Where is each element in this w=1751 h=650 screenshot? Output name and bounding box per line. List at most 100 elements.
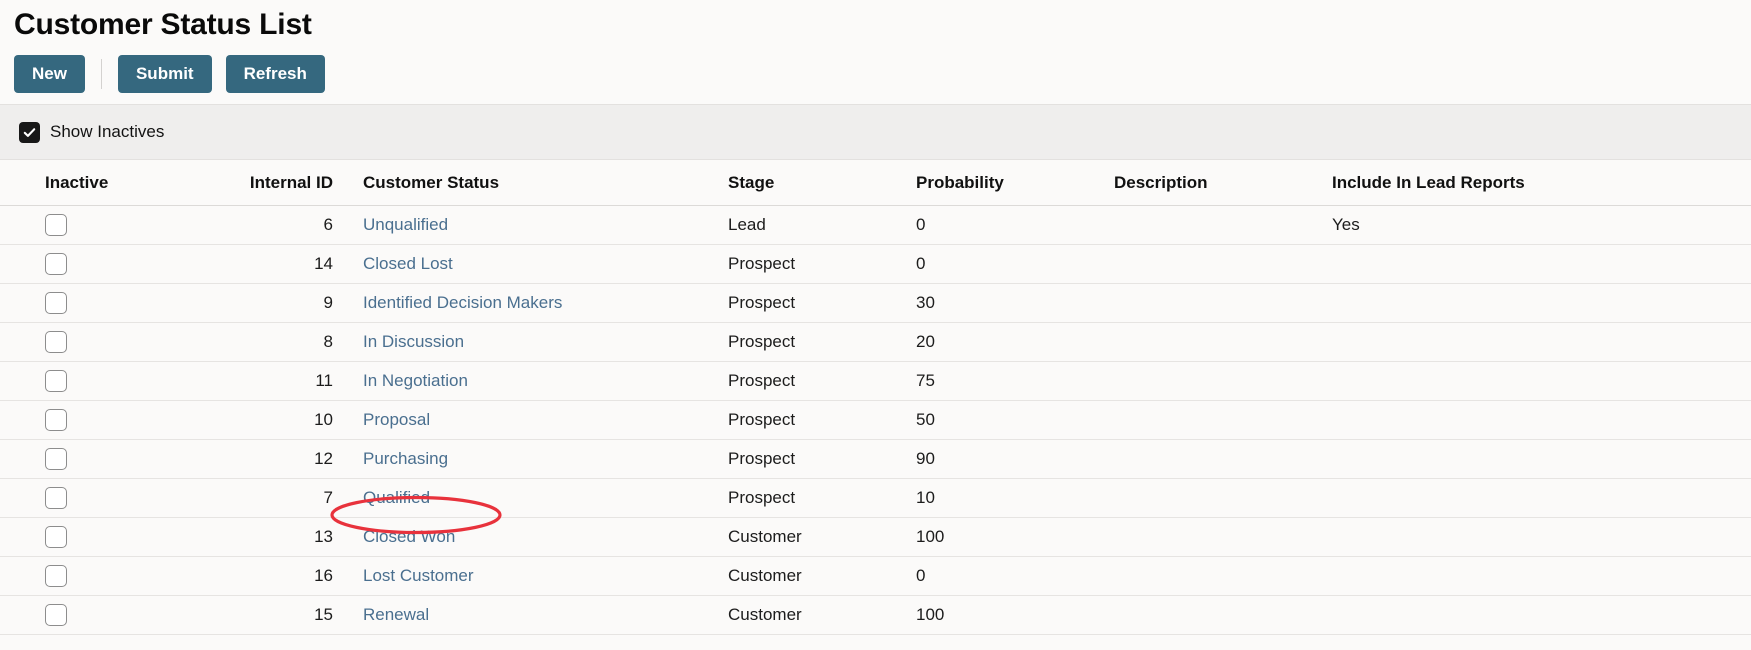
cell-probability: 100: [906, 595, 1104, 635]
customer-status-link[interactable]: Renewal: [363, 605, 429, 624]
column-header-customer-status[interactable]: Customer Status: [333, 160, 718, 206]
customer-status-link[interactable]: Qualified: [363, 488, 430, 507]
inactive-checkbox[interactable]: [45, 409, 67, 431]
column-header-inactive[interactable]: Inactive: [0, 160, 213, 206]
table-row[interactable]: 6 Unqualified Lead 0 Yes: [0, 205, 1751, 245]
inactive-checkbox[interactable]: [45, 292, 67, 314]
cell-description: [1104, 244, 1322, 284]
table-row[interactable]: 12 Purchasing Prospect 90: [0, 439, 1751, 479]
cell-customer-status: Purchasing: [333, 439, 718, 479]
cell-include-in-lead-reports: [1322, 439, 1751, 479]
table-row[interactable]: 11 In Negotiation Prospect 75: [0, 361, 1751, 401]
cell-customer-status: Closed Won: [333, 517, 718, 557]
customer-status-link[interactable]: In Discussion: [363, 332, 464, 351]
cell-description: [1104, 400, 1322, 440]
column-header-include-in-lead-reports[interactable]: Include In Lead Reports: [1322, 160, 1751, 206]
inactive-checkbox[interactable]: [45, 253, 67, 275]
customer-status-link[interactable]: Closed Lost: [363, 254, 453, 273]
inactive-checkbox[interactable]: [45, 526, 67, 548]
inactive-checkbox[interactable]: [45, 565, 67, 587]
cell-inactive: [0, 595, 213, 635]
cell-include-in-lead-reports: Yes: [1322, 205, 1751, 245]
cell-include-in-lead-reports: [1322, 361, 1751, 401]
cell-stage: Prospect: [718, 400, 906, 440]
table-row[interactable]: 16 Lost Customer Customer 0: [0, 556, 1751, 596]
cell-stage: Customer: [718, 517, 906, 557]
table-header: Inactive Internal ID Customer Status Sta…: [0, 160, 1751, 206]
filter-bar: Show Inactives: [0, 104, 1751, 160]
column-header-stage[interactable]: Stage: [718, 160, 906, 206]
customer-status-link[interactable]: Lost Customer: [363, 566, 474, 585]
cell-description: [1104, 283, 1322, 323]
cell-probability: 0: [906, 244, 1104, 284]
customer-status-link[interactable]: Purchasing: [363, 449, 448, 468]
cell-inactive: [0, 361, 213, 401]
customer-status-link[interactable]: Identified Decision Makers: [363, 293, 562, 312]
customer-status-list-page: Customer Status List New Submit Refresh …: [0, 0, 1751, 650]
cell-probability: 0: [906, 556, 1104, 596]
cell-description: [1104, 595, 1322, 635]
refresh-button[interactable]: Refresh: [225, 55, 325, 93]
inactive-checkbox[interactable]: [45, 604, 67, 626]
cell-inactive: [0, 322, 213, 362]
cell-internal-id: 9: [213, 283, 333, 323]
table-row[interactable]: 7 Qualified Prospect 10: [0, 478, 1751, 518]
show-inactives-label: Show Inactives: [50, 122, 165, 141]
cell-include-in-lead-reports: [1322, 244, 1751, 284]
cell-inactive: [0, 205, 213, 245]
column-header-description[interactable]: Description: [1104, 160, 1322, 206]
table-row[interactable]: 10 Proposal Prospect 50: [0, 400, 1751, 440]
cell-inactive: [0, 556, 213, 596]
cell-stage: Prospect: [718, 478, 906, 518]
submit-button[interactable]: Submit: [117, 55, 212, 93]
customer-status-link[interactable]: Proposal: [363, 410, 430, 429]
customer-status-link[interactable]: In Negotiation: [363, 371, 468, 390]
cell-description: [1104, 478, 1322, 518]
cell-include-in-lead-reports: [1322, 400, 1751, 440]
inactive-checkbox[interactable]: [45, 448, 67, 470]
inactive-checkbox[interactable]: [45, 487, 67, 509]
inactive-checkbox[interactable]: [45, 331, 67, 353]
cell-description: [1104, 361, 1322, 401]
cell-inactive: [0, 283, 213, 323]
cell-customer-status: Closed Lost: [333, 244, 718, 284]
cell-description: [1104, 517, 1322, 557]
inactive-checkbox[interactable]: [45, 214, 67, 236]
cell-internal-id: 16: [213, 556, 333, 596]
cell-description: [1104, 556, 1322, 596]
cell-customer-status: Renewal: [333, 595, 718, 635]
cell-customer-status: Identified Decision Makers: [333, 283, 718, 323]
cell-probability: 10: [906, 478, 1104, 518]
column-header-probability[interactable]: Probability: [906, 160, 1104, 206]
cell-internal-id: 7: [213, 478, 333, 518]
customer-status-link[interactable]: Unqualified: [363, 215, 448, 234]
new-button[interactable]: New: [14, 55, 85, 93]
table-header-row: Inactive Internal ID Customer Status Sta…: [0, 160, 1751, 206]
table-row[interactable]: 8 In Discussion Prospect 20: [0, 322, 1751, 362]
column-header-internal-id[interactable]: Internal ID: [213, 160, 333, 206]
cell-inactive: [0, 244, 213, 284]
table-row[interactable]: 13 Closed Won Customer 100: [0, 517, 1751, 557]
cell-stage: Customer: [718, 556, 906, 596]
customer-status-link[interactable]: Closed Won: [363, 527, 455, 546]
cell-customer-status: Qualified: [333, 478, 718, 518]
table-row[interactable]: 14 Closed Lost Prospect 0: [0, 244, 1751, 284]
cell-include-in-lead-reports: [1322, 478, 1751, 518]
cell-probability: 75: [906, 361, 1104, 401]
cell-stage: Prospect: [718, 322, 906, 362]
cell-include-in-lead-reports: [1322, 517, 1751, 557]
table-row[interactable]: 15 Renewal Customer 100: [0, 595, 1751, 635]
cell-inactive: [0, 400, 213, 440]
cell-stage: Lead: [718, 205, 906, 245]
show-inactives-checkbox[interactable]: Show Inactives: [19, 121, 165, 143]
inactive-checkbox[interactable]: [45, 370, 67, 392]
cell-description: [1104, 322, 1322, 362]
cell-stage: Prospect: [718, 283, 906, 323]
cell-probability: 90: [906, 439, 1104, 479]
page-title: Customer Status List: [14, 8, 312, 41]
cell-description: [1104, 439, 1322, 479]
cell-customer-status: Lost Customer: [333, 556, 718, 596]
cell-stage: Prospect: [718, 244, 906, 284]
table-row[interactable]: 9 Identified Decision Makers Prospect 30: [0, 283, 1751, 323]
toolbar-divider: [100, 59, 102, 89]
